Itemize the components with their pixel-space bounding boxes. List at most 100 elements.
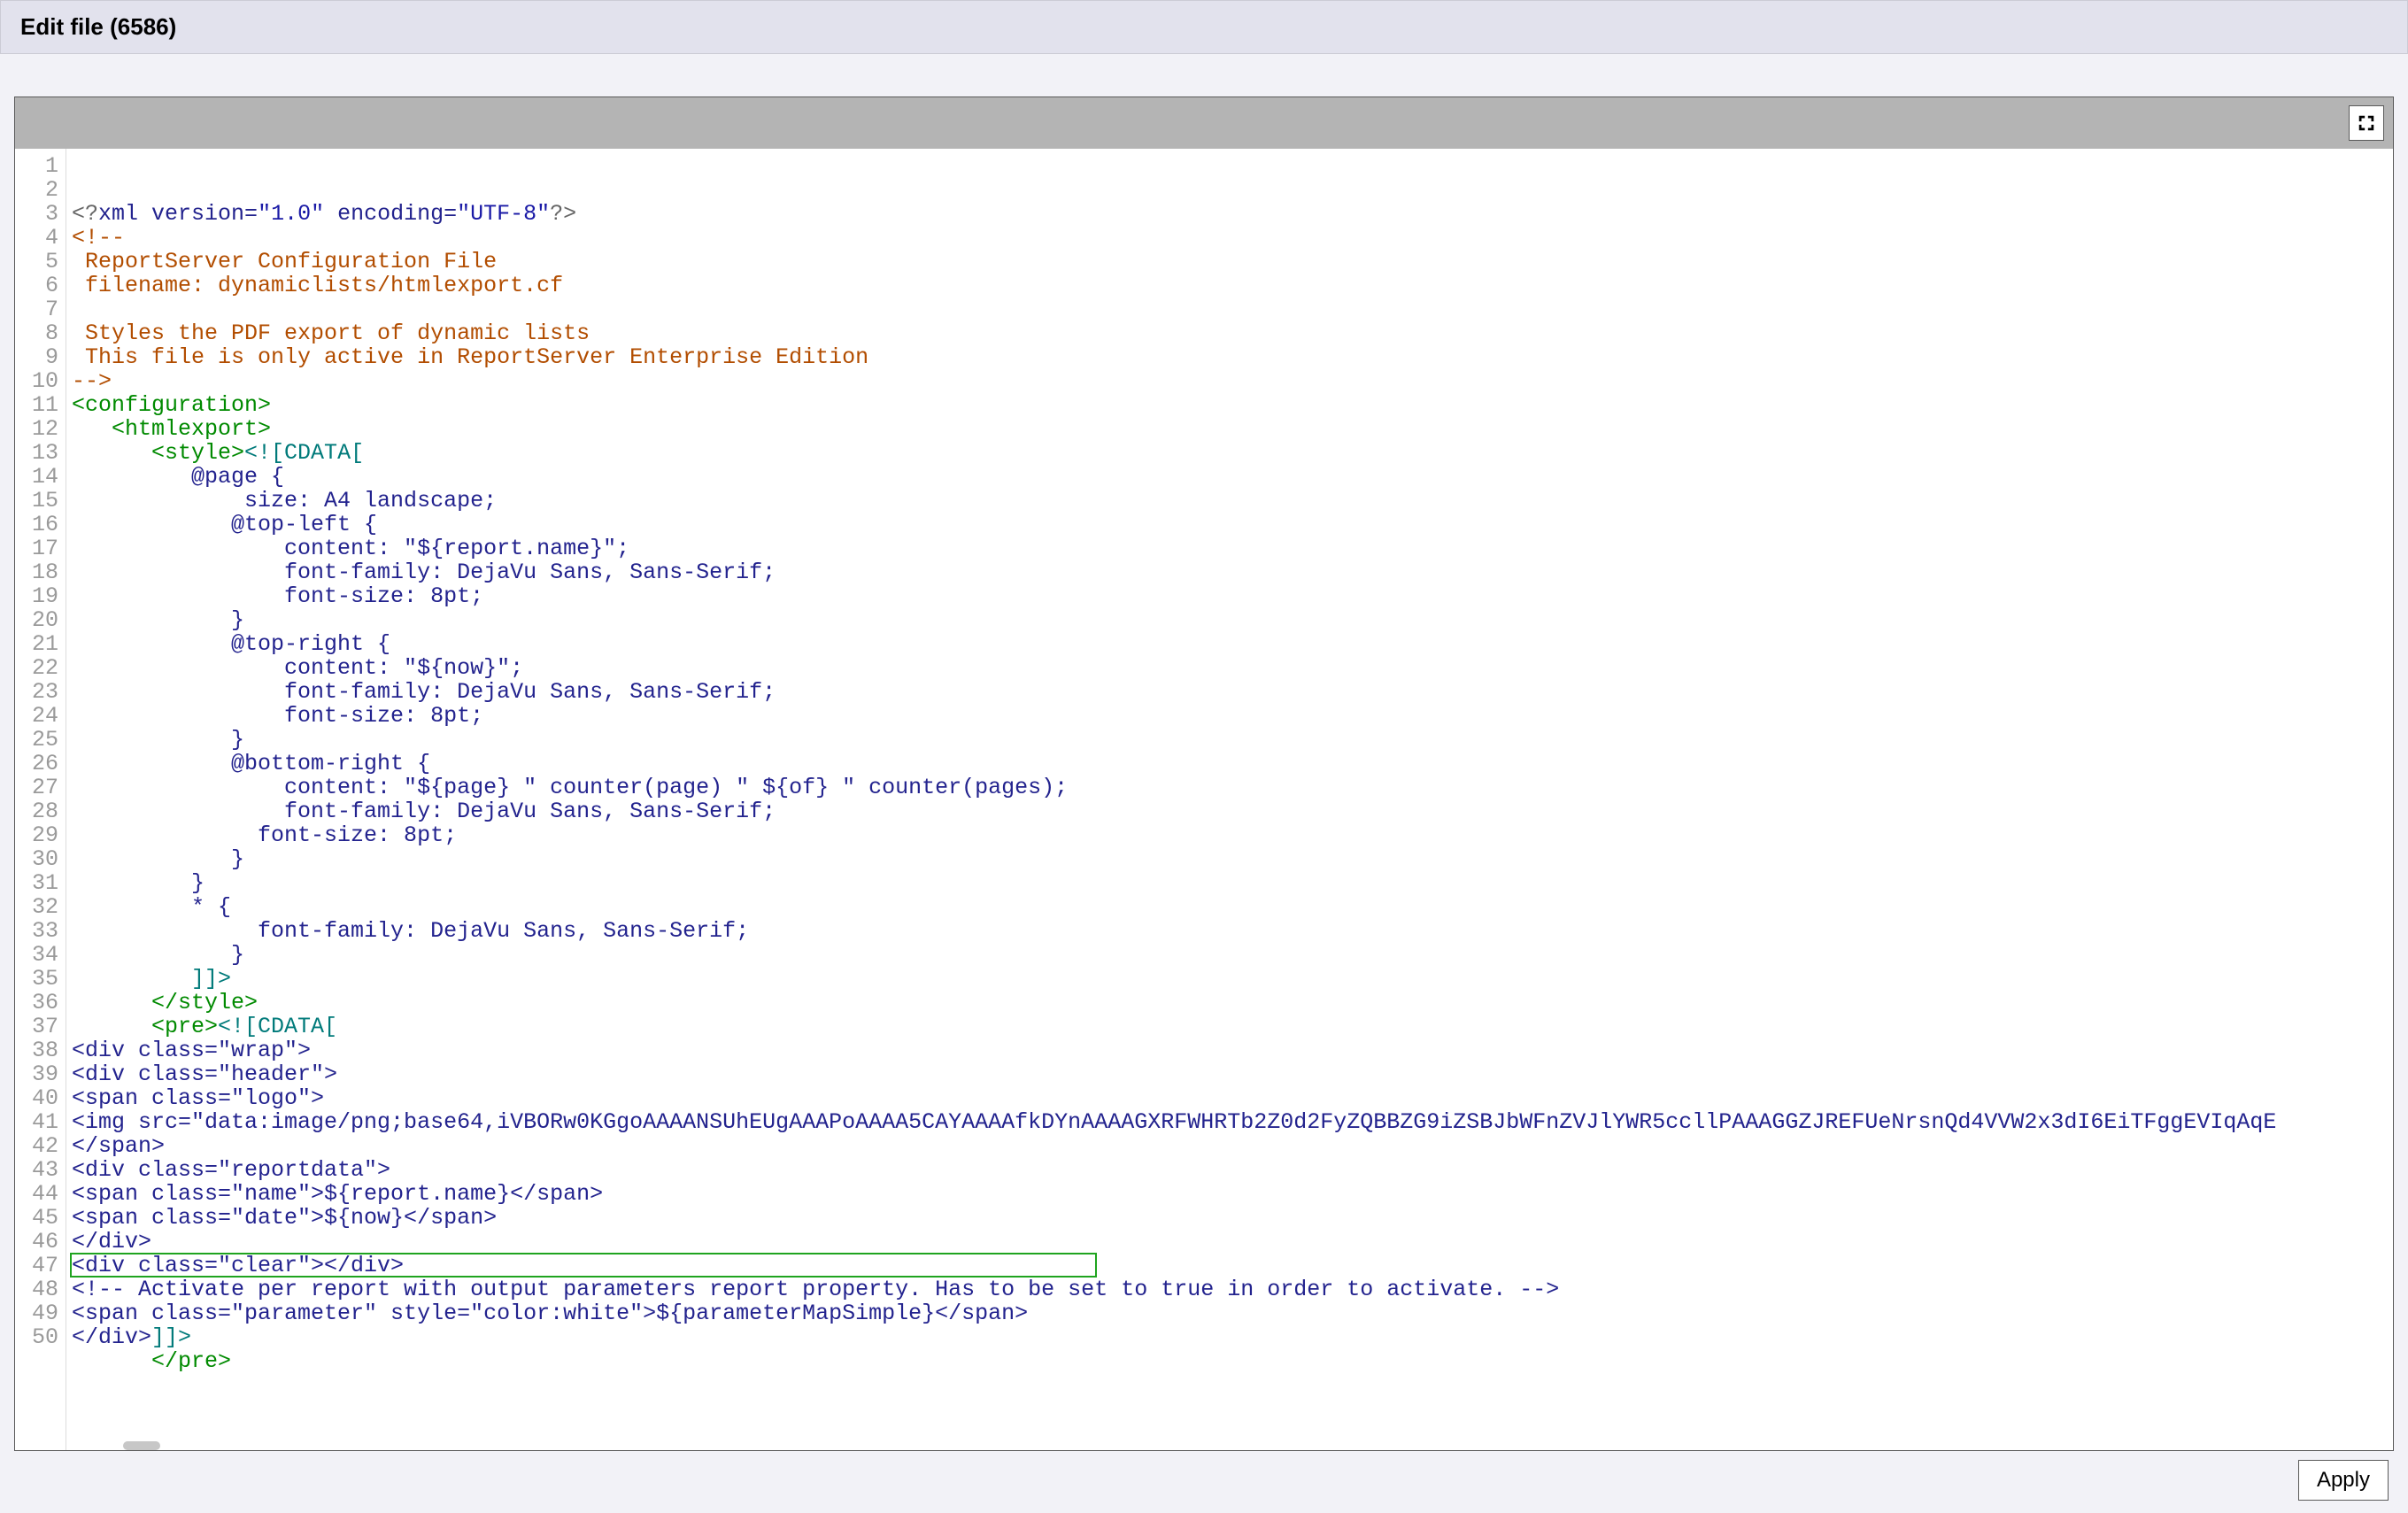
line-number: 35 xyxy=(15,967,58,991)
fullscreen-button[interactable] xyxy=(2349,105,2384,141)
code-line[interactable]: @top-right { xyxy=(72,632,2393,656)
code-line[interactable]: <?xml version="1.0" encoding="UTF-8"?> xyxy=(72,202,2393,226)
code-line[interactable]: font-family: DejaVu Sans, Sans-Serif; xyxy=(72,799,2393,823)
code-line[interactable]: </style> xyxy=(72,991,2393,1015)
line-number: 40 xyxy=(15,1086,58,1110)
line-number: 26 xyxy=(15,752,58,776)
line-number: 33 xyxy=(15,919,58,943)
code-line[interactable]: ]]> xyxy=(72,967,2393,991)
line-number: 46 xyxy=(15,1230,58,1254)
window-title: Edit file (6586) xyxy=(20,13,176,40)
code-line[interactable]: font-family: DejaVu Sans, Sans-Serif; xyxy=(72,919,2393,943)
horizontal-scrollbar[interactable] xyxy=(123,1436,2393,1450)
editor-window: Edit file (6586) 12345678910111213141516… xyxy=(0,0,2408,1427)
line-number: 17 xyxy=(15,536,58,560)
code-line[interactable]: <div class="clear"></div> xyxy=(72,1254,2393,1278)
line-number: 12 xyxy=(15,417,58,441)
code-line[interactable]: <style><![CDATA[ xyxy=(72,441,2393,465)
line-number: 31 xyxy=(15,871,58,895)
line-number: 11 xyxy=(15,393,58,417)
code-line[interactable]: font-size: 8pt; xyxy=(72,823,2393,847)
line-number: 48 xyxy=(15,1278,58,1301)
code-line[interactable]: * { xyxy=(72,895,2393,919)
code-line[interactable]: Styles the PDF export of dynamic lists xyxy=(72,321,2393,345)
code-line[interactable]: <!-- xyxy=(72,226,2393,250)
line-number: 42 xyxy=(15,1134,58,1158)
code-line[interactable]: size: A4 landscape; xyxy=(72,489,2393,513)
line-number: 15 xyxy=(15,489,58,513)
code-editor[interactable]: 1234567891011121314151617181920212223242… xyxy=(15,149,2393,1450)
line-number: 21 xyxy=(15,632,58,656)
expand-icon xyxy=(2357,113,2376,133)
line-number: 18 xyxy=(15,560,58,584)
code-line[interactable]: font-size: 8pt; xyxy=(72,584,2393,608)
code-line[interactable]: @page { xyxy=(72,465,2393,489)
line-number: 37 xyxy=(15,1015,58,1038)
scrollbar-thumb[interactable] xyxy=(123,1441,160,1450)
line-number: 44 xyxy=(15,1182,58,1206)
line-number: 41 xyxy=(15,1110,58,1134)
line-number: 20 xyxy=(15,608,58,632)
line-number: 36 xyxy=(15,991,58,1015)
titlebar: Edit file (6586) xyxy=(0,0,2408,54)
code-line[interactable]: } xyxy=(72,847,2393,871)
line-number: 19 xyxy=(15,584,58,608)
line-number: 23 xyxy=(15,680,58,704)
code-line[interactable]: <configuration> xyxy=(72,393,2393,417)
code-line[interactable]: </div> xyxy=(72,1230,2393,1254)
code-line[interactable]: <span class="name">${report.name}</span> xyxy=(72,1182,2393,1206)
line-number: 2 xyxy=(15,178,58,202)
code-line[interactable] xyxy=(72,297,2393,321)
code-line[interactable]: font-family: DejaVu Sans, Sans-Serif; xyxy=(72,680,2393,704)
line-number: 29 xyxy=(15,823,58,847)
code-line[interactable]: <div class="header"> xyxy=(72,1062,2393,1086)
code-line[interactable]: <pre><![CDATA[ xyxy=(72,1015,2393,1038)
code-line[interactable]: ReportServer Configuration File xyxy=(72,250,2393,274)
code-line[interactable]: <!-- Activate per report with output par… xyxy=(72,1278,2393,1301)
line-number: 38 xyxy=(15,1038,58,1062)
code-line[interactable]: </span> xyxy=(72,1134,2393,1158)
code-line[interactable]: } xyxy=(72,728,2393,752)
code-line[interactable]: filename: dynamiclists/htmlexport.cf xyxy=(72,274,2393,297)
line-number: 34 xyxy=(15,943,58,967)
code-line[interactable]: <div class="reportdata"> xyxy=(72,1158,2393,1182)
line-number: 22 xyxy=(15,656,58,680)
line-number: 6 xyxy=(15,274,58,297)
line-number: 47 xyxy=(15,1254,58,1278)
apply-button[interactable]: Apply xyxy=(2298,1460,2389,1501)
line-number: 27 xyxy=(15,776,58,799)
code-line[interactable]: <span class="date">${now}</span> xyxy=(72,1206,2393,1230)
code-line[interactable]: <img src="data:image/png;base64,iVBORw0K… xyxy=(72,1110,2393,1134)
code-line[interactable]: content: "${page} " counter(page) " ${of… xyxy=(72,776,2393,799)
code-line[interactable]: This file is only active in ReportServer… xyxy=(72,345,2393,369)
code-line[interactable] xyxy=(72,1373,2393,1397)
code-line[interactable]: font-size: 8pt; xyxy=(72,704,2393,728)
line-number: 49 xyxy=(15,1301,58,1325)
code-line[interactable]: <div class="wrap"> xyxy=(72,1038,2393,1062)
code-line[interactable]: @bottom-right { xyxy=(72,752,2393,776)
line-number: 32 xyxy=(15,895,58,919)
line-number: 5 xyxy=(15,250,58,274)
code-line[interactable]: --> xyxy=(72,369,2393,393)
line-number: 45 xyxy=(15,1206,58,1230)
code-line[interactable]: @top-left { xyxy=(72,513,2393,536)
code-line[interactable]: } xyxy=(72,608,2393,632)
code-line[interactable]: content: "${now}"; xyxy=(72,656,2393,680)
code-line[interactable]: </pre> xyxy=(72,1349,2393,1373)
code-line[interactable]: font-family: DejaVu Sans, Sans-Serif; xyxy=(72,560,2393,584)
line-number: 1 xyxy=(15,154,58,178)
code-line[interactable]: <span class="parameter" style="color:whi… xyxy=(72,1301,2393,1325)
code-line[interactable]: </div>]]> xyxy=(72,1325,2393,1349)
editor-toolbar xyxy=(15,97,2393,149)
code-line[interactable]: content: "${report.name}"; xyxy=(72,536,2393,560)
code-line[interactable]: <htmlexport> xyxy=(72,417,2393,441)
line-number: 9 xyxy=(15,345,58,369)
code-line[interactable]: } xyxy=(72,871,2393,895)
line-number: 50 xyxy=(15,1325,58,1349)
code-line[interactable]: } xyxy=(72,943,2393,967)
code-line[interactable]: <span class="logo"> xyxy=(72,1086,2393,1110)
code-content[interactable]: <?xml version="1.0" encoding="UTF-8"?><!… xyxy=(66,149,2393,1450)
line-number: 4 xyxy=(15,226,58,250)
line-number: 30 xyxy=(15,847,58,871)
body-area: 1234567891011121314151617181920212223242… xyxy=(0,54,2408,1513)
